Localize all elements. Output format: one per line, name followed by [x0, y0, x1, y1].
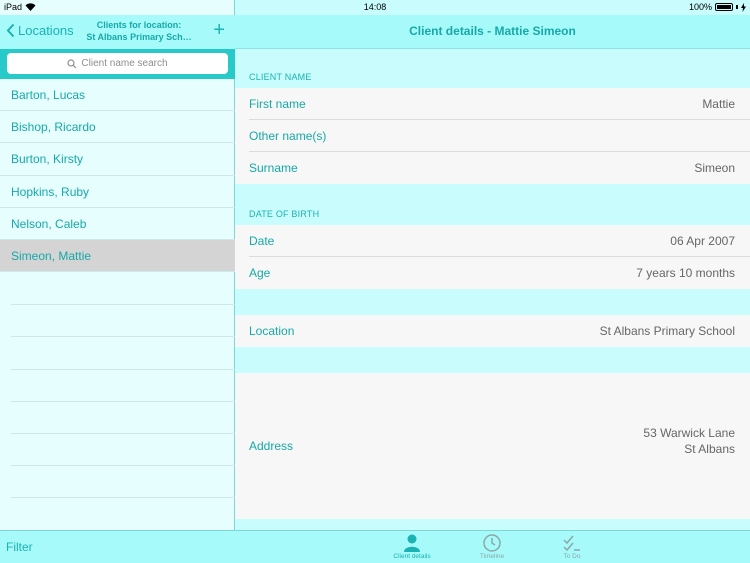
tab-to-do-label: To Do [563, 553, 581, 560]
left-nav-title: Clients for location: St Albans Primary … [76, 19, 202, 43]
status-time: 14:08 [363, 2, 387, 12]
tab-timeline-label: Timeline [479, 553, 505, 560]
surname-row[interactable]: Surname Simeon [235, 152, 750, 184]
list-separator [11, 337, 235, 370]
address-value: 53 Warwick Lane St Albans [643, 425, 735, 457]
list-separator [11, 273, 235, 306]
chevron-left-icon [6, 23, 15, 38]
person-icon [404, 534, 420, 552]
location-label: Location [249, 324, 295, 338]
first-name-row[interactable]: First name Mattie [235, 88, 750, 120]
age-label: Age [249, 266, 271, 280]
first-name-label: First name [249, 97, 306, 111]
battery-icon [715, 3, 733, 11]
back-to-locations-button[interactable]: Locations [6, 23, 74, 38]
list-separator [11, 370, 235, 402]
search-icon [67, 58, 77, 68]
date-value: 06 Apr 2007 [670, 234, 735, 248]
detail-title: Client details - Mattie Simeon [235, 15, 750, 49]
address-line1: 53 Warwick Lane [643, 426, 735, 440]
tab-bar: Client details Timeline To Do [235, 530, 750, 563]
charging-icon [741, 2, 746, 12]
address-label: Address [249, 439, 294, 453]
location-value: St Albans Primary School [599, 324, 735, 338]
address-line2: St Albans [684, 442, 735, 456]
filter-button[interactable]: Filter [6, 540, 33, 554]
list-separator [11, 434, 235, 467]
date-label: Date [249, 234, 275, 248]
list-separator [11, 305, 235, 338]
section-client-name: CLIENT NAME [249, 72, 312, 82]
other-names-row[interactable]: Other name(s) [235, 120, 750, 152]
left-nav-bar: Locations Clients for location: St Alban… [0, 15, 235, 49]
back-button-label: Locations [18, 23, 74, 38]
list-separator [11, 402, 235, 434]
client-row-burton-kirsty[interactable]: Burton, Kirsty [0, 143, 235, 176]
battery-tip [736, 5, 738, 9]
client-row-nelson-caleb[interactable]: Nelson, Caleb [0, 208, 235, 240]
status-right: 100% [689, 2, 746, 12]
client-list: Barton, Lucas Bishop, Ricardo Burton, Ki… [0, 79, 235, 273]
date-row[interactable]: Date 06 Apr 2007 [235, 225, 750, 257]
search-bar: Client name search [0, 49, 235, 79]
empty-list-lines [11, 273, 235, 499]
client-detail-pane: Client details - Mattie Simeon CLIENT NA… [235, 0, 750, 563]
search-input[interactable]: Client name search [7, 53, 228, 74]
search-placeholder: Client name search [81, 58, 168, 69]
left-toolbar: Filter [0, 530, 235, 563]
list-separator [11, 466, 235, 499]
age-value: 7 years 10 months [636, 266, 735, 280]
tab-timeline[interactable]: Timeline [462, 534, 522, 560]
checklist-icon [563, 535, 580, 552]
left-nav-title-line1: Clients for location: [96, 20, 182, 30]
battery-percent: 100% [688, 2, 712, 12]
address-row[interactable]: Address 53 Warwick Lane St Albans [235, 373, 750, 519]
other-names-label: Other name(s) [249, 129, 327, 143]
client-row-hopkins-ruby[interactable]: Hopkins, Ruby [0, 176, 235, 208]
tab-client-details[interactable]: Client details [382, 534, 442, 560]
client-row-bishop-ricardo[interactable]: Bishop, Ricardo [0, 111, 235, 144]
age-row[interactable]: Age 7 years 10 months [235, 257, 750, 289]
clock-icon [483, 534, 501, 552]
client-row-barton-lucas[interactable]: Barton, Lucas [0, 79, 235, 112]
add-client-button[interactable]: + [213, 20, 225, 40]
surname-value: Simeon [694, 161, 735, 175]
location-row[interactable]: Location St Albans Primary School [235, 315, 750, 347]
left-nav-title-line2: St Albans Primary Sch… [86, 32, 192, 42]
tab-to-do[interactable]: To Do [542, 534, 602, 560]
status-bar: iPad 14:08 100% [0, 0, 750, 15]
client-row-simeon-mattie[interactable]: Simeon, Mattie [0, 239, 235, 273]
client-list-pane: Locations Clients for location: St Alban… [0, 0, 235, 563]
section-date-of-birth: DATE OF BIRTH [249, 209, 320, 219]
tab-client-details-label: Client details [393, 553, 431, 560]
first-name-value: Mattie [702, 97, 735, 111]
surname-label: Surname [249, 161, 298, 175]
